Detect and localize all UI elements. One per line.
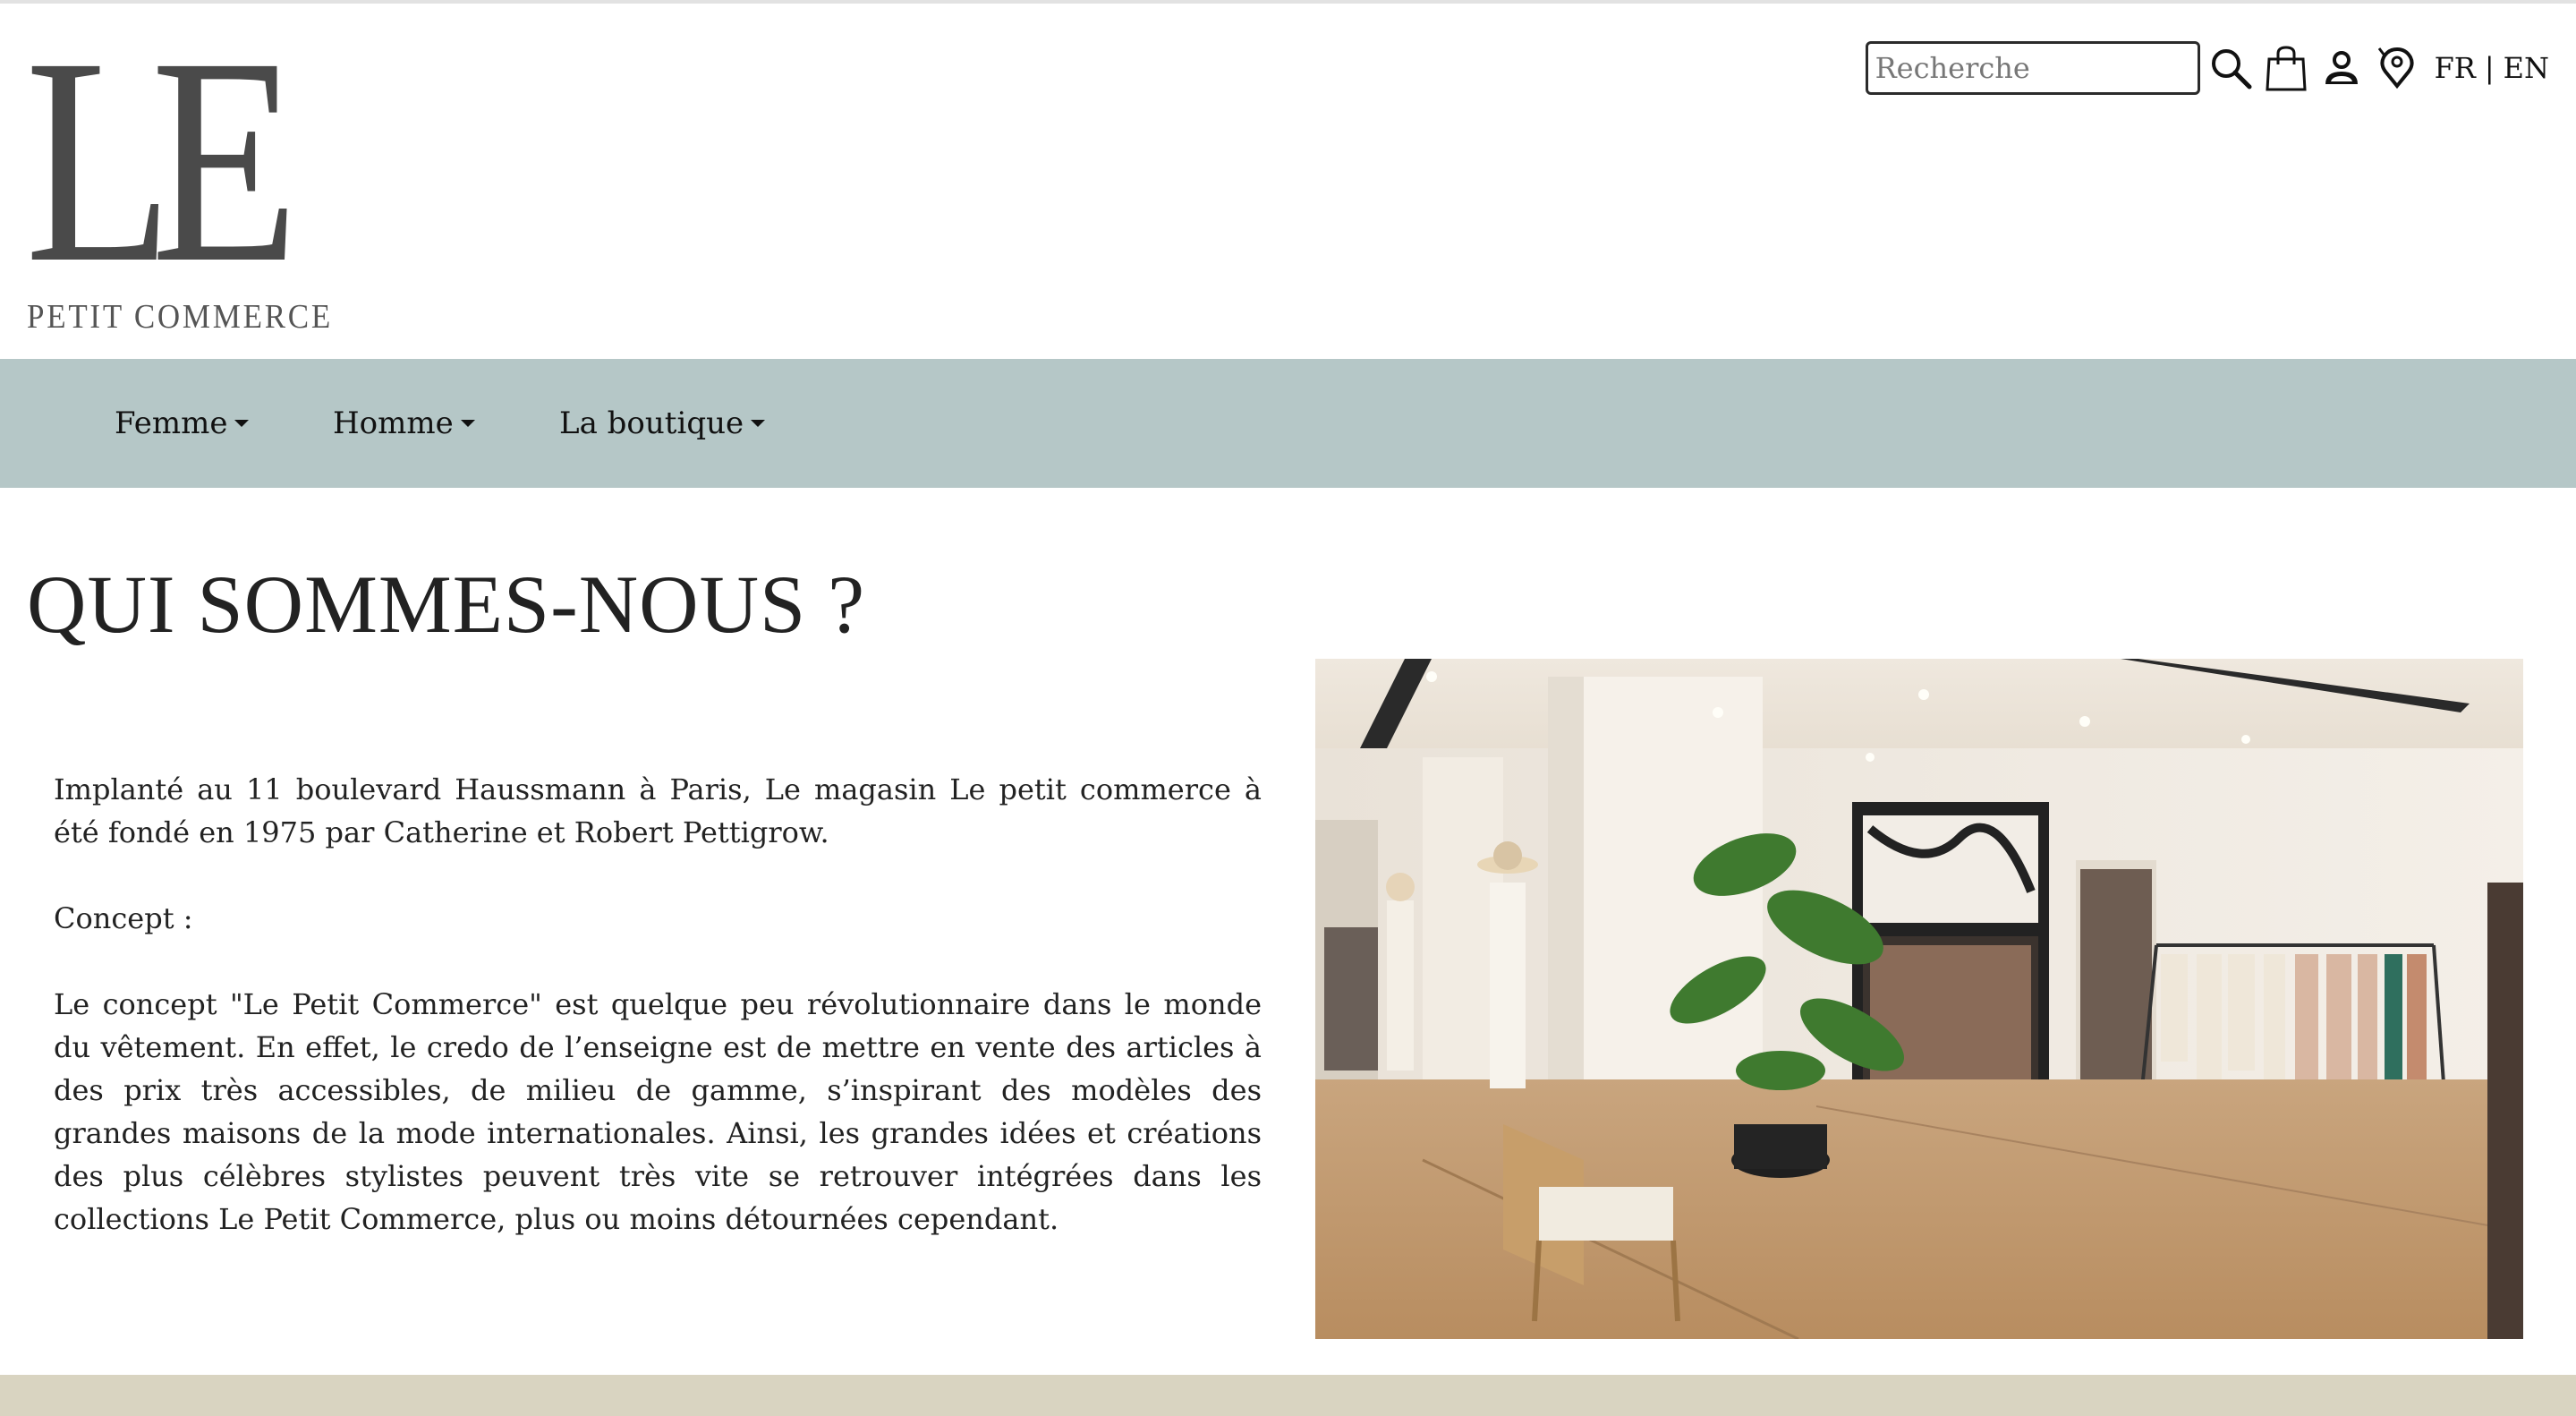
lang-fr-link[interactable]: FR [2435,51,2476,85]
site-header: LE PETIT COMMERCE Recherche FR | EN [0,4,2576,359]
search-input[interactable] [1865,41,2200,95]
caret-down-icon [460,420,475,427]
logo-monogram: LE [25,0,299,324]
nav-item-label: Femme [115,405,228,441]
about-text: Implanté au 11 boulevard Haussmann à Par… [54,768,1262,1284]
nav-item-femme[interactable]: Femme [115,359,250,488]
nav-item-label: La boutique [559,405,744,441]
header-tools: FR | EN [1865,39,2549,97]
nav-item-homme[interactable]: Homme [333,359,475,488]
nav-item-la-boutique[interactable]: La boutique [559,359,766,488]
concept-paragraph: Le concept "Le Petit Commerce" est quelq… [54,987,1262,1236]
user-icon[interactable] [2317,43,2367,93]
location-pin-icon[interactable] [2372,43,2422,93]
caret-down-icon [234,420,250,427]
page-title: QUI SOMMES-NOUS ? [27,559,866,650]
footer-bar [0,1375,2576,1416]
lang-separator: | [2484,51,2495,85]
main-nav: Femme Homme La boutique [0,359,2576,488]
shopping-bag-icon[interactable] [2261,43,2311,93]
nav-item-label: Homme [333,405,454,441]
intro-paragraph: Implanté au 11 boulevard Haussmann à Par… [54,772,1262,849]
lang-en-link[interactable]: EN [2504,51,2549,85]
caret-down-icon [751,420,766,427]
language-switcher: FR | EN [2435,51,2549,85]
store-interior-photo [1315,659,2523,1339]
brand-logo[interactable]: LE PETIT COMMERCE [25,0,330,340]
logo-subtitle: PETIT COMMERCE [27,298,333,336]
search-icon[interactable] [2206,43,2256,93]
concept-heading: Concept : [54,901,193,935]
